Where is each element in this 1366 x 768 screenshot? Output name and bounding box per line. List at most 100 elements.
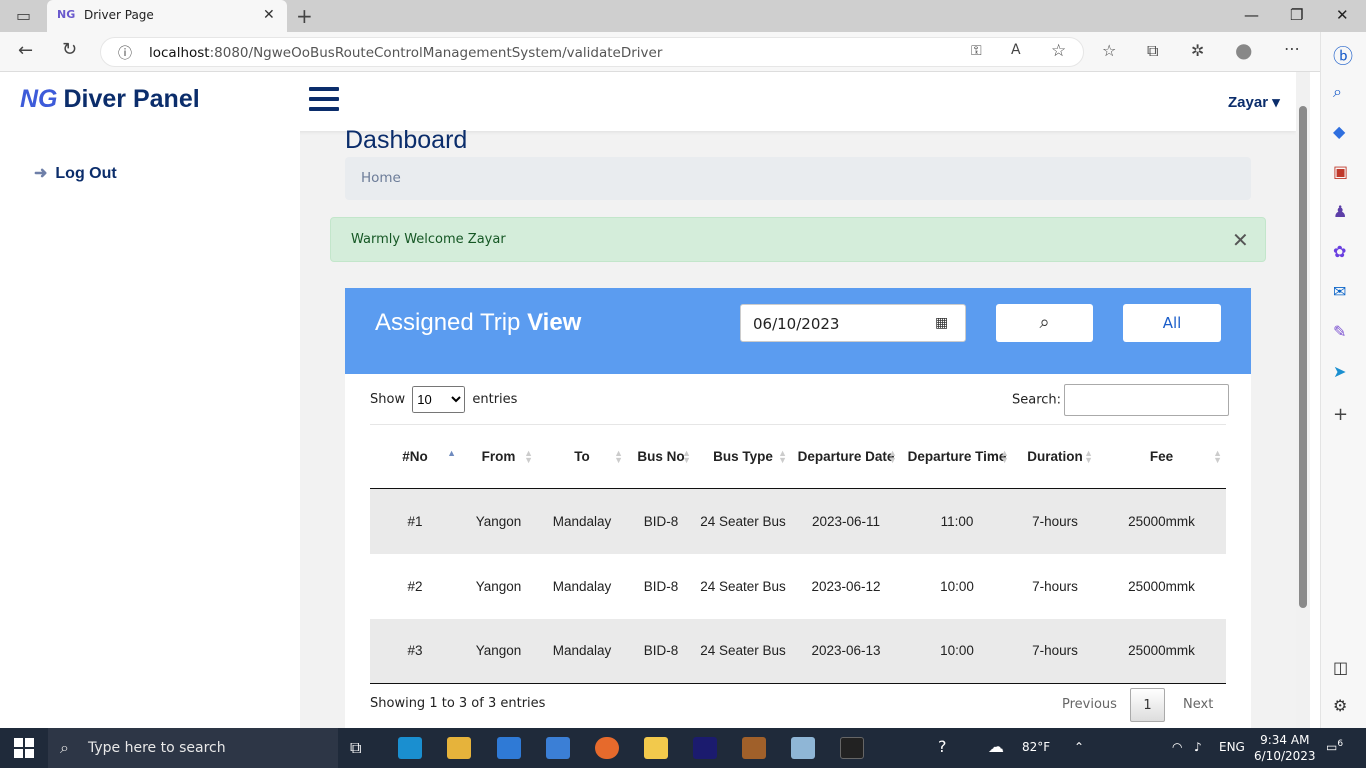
table-row[interactable]: #1 Yangon Mandalay BID-8 24 Seater Bus 2023-0… xyxy=(370,488,1226,554)
designer-icon[interactable]: ✎ xyxy=(1333,322,1346,341)
browser-tab[interactable]: NG Driver Page ✕ xyxy=(47,0,287,32)
shopping-icon[interactable]: ◆ xyxy=(1333,122,1345,141)
new-tab-icon[interactable]: + xyxy=(296,4,313,28)
weather-icon[interactable]: ☁ xyxy=(988,737,1004,756)
search-button[interactable]: ⌕ xyxy=(996,304,1093,342)
scrollbar-thumb[interactable] xyxy=(1299,106,1307,608)
firefox-icon[interactable] xyxy=(595,737,619,759)
calendar-icon[interactable]: ▦ xyxy=(935,315,948,331)
page-length-control: Show 10 entries xyxy=(370,386,517,413)
table-cell: 11:00 xyxy=(901,488,1013,554)
page-title: Dashboard xyxy=(345,126,468,154)
minimize-button[interactable]: — xyxy=(1244,6,1259,24)
table-cell: 2023-06-12 xyxy=(811,578,881,594)
tools-icon[interactable]: ▣ xyxy=(1333,162,1348,181)
sidebar-toggle-icon[interactable]: ◫ xyxy=(1333,658,1348,677)
language-indicator[interactable]: ENG xyxy=(1219,740,1245,754)
all-button[interactable]: All xyxy=(1123,304,1221,342)
site-favicon-icon: NG xyxy=(57,8,76,21)
taskbar-search[interactable]: ⌕ Type here to search xyxy=(48,728,338,768)
temperature[interactable]: 82°F xyxy=(1022,740,1050,754)
send-icon[interactable]: ➤ xyxy=(1333,362,1346,381)
task-view-icon[interactable]: ⧉ xyxy=(350,738,361,758)
tab-close-icon[interactable]: ✕ xyxy=(263,7,275,23)
back-icon[interactable]: ← xyxy=(18,40,33,61)
brand[interactable]: NG Diver Panel xyxy=(20,85,200,114)
add-icon[interactable]: + xyxy=(1333,404,1348,425)
table-cell: Mandalay xyxy=(552,578,612,594)
sort-icon: ▲ ▼ xyxy=(524,448,533,465)
settings-icon[interactable]: ⚙ xyxy=(1333,696,1347,715)
previous-button[interactable]: Previous xyxy=(1062,697,1117,712)
refresh-icon[interactable]: ↻ xyxy=(62,39,77,60)
table-row[interactable]: #3 Yangon Mandalay BID-8 24 Seater Bus 2023-0… xyxy=(370,618,1226,684)
table-search-input[interactable] xyxy=(1064,384,1230,416)
file-explorer-icon[interactable] xyxy=(447,737,471,759)
clock[interactable]: 9:34 AM 6/10/2023 xyxy=(1254,732,1316,764)
edge-taskbar-icon[interactable] xyxy=(398,737,422,759)
browser-tab-bar: ▭ NG Driver Page ✕ + — ❐ ✕ xyxy=(0,0,1366,32)
extensions-icon[interactable]: ✲ xyxy=(1191,41,1204,60)
column-header[interactable]: Departure Time ▲ ▼ xyxy=(901,424,1013,489)
favorites-icon[interactable]: ☆ xyxy=(1102,41,1116,60)
date-input[interactable]: 06/10/2023 ▦ xyxy=(740,304,966,342)
breadcrumb-home[interactable]: Home xyxy=(361,170,401,186)
column-header[interactable]: From ▲ ▼ xyxy=(460,424,537,489)
column-header[interactable]: Bus No ▲ ▼ xyxy=(627,424,695,489)
table-cell: #2 xyxy=(407,578,423,594)
next-button[interactable]: Next xyxy=(1183,697,1213,712)
table-cell: 2023-06-13 xyxy=(791,618,901,684)
menu-toggle-icon[interactable] xyxy=(309,87,339,113)
search-icon[interactable]: ⌕ xyxy=(1333,82,1342,102)
page-1-button[interactable]: 1 xyxy=(1130,688,1165,722)
column-header[interactable]: Duration ▲ ▼ xyxy=(1013,424,1097,489)
notifications-icon[interactable]: ▭6 xyxy=(1326,739,1343,754)
outlook-icon[interactable]: ✉ xyxy=(1333,282,1346,301)
column-header[interactable]: Departure Date ▲ ▼ xyxy=(791,424,901,489)
address-bar[interactable]: ⓘ localhost:8080/NgweOoBusRouteControlMa… xyxy=(100,37,1084,67)
favorite-star-icon[interactable]: ☆ xyxy=(1051,41,1066,61)
help-icon[interactable]: ? xyxy=(938,737,947,756)
game-icon[interactable] xyxy=(742,737,766,759)
volume-icon[interactable]: ♪ xyxy=(1194,740,1202,754)
site-info-icon[interactable]: ⓘ xyxy=(118,43,132,63)
notepad-icon[interactable] xyxy=(791,737,815,759)
windows-start-icon[interactable] xyxy=(14,738,34,758)
mail-icon[interactable] xyxy=(497,737,521,759)
table-row[interactable]: #2 Yangon Mandalay BID-8 24 Seater Bus 2023-0… xyxy=(370,554,1226,619)
column-header[interactable]: To ▲ ▼ xyxy=(537,424,627,489)
column-header[interactable]: Bus Type ▲ ▼ xyxy=(695,424,791,489)
sort-icon: ▲ xyxy=(447,448,456,458)
table-cell: 7-hours xyxy=(1032,578,1078,594)
pagination: Previous 1 Next xyxy=(1045,688,1235,723)
user-dropdown[interactable]: Zayar ▾ xyxy=(1228,93,1280,111)
key-icon[interactable]: ⚿ xyxy=(971,43,982,59)
read-aloud-icon[interactable]: A xyxy=(1011,42,1021,58)
page-scrollbar[interactable] xyxy=(1296,72,1310,728)
store-icon[interactable] xyxy=(546,737,570,759)
tab-actions-icon[interactable]: ▭ xyxy=(16,6,31,25)
games-icon[interactable]: ♟ xyxy=(1333,202,1347,221)
terminal-icon[interactable] xyxy=(840,737,864,759)
python-icon[interactable] xyxy=(644,737,668,759)
table-cell: #3 xyxy=(370,618,460,684)
tray-overflow-icon[interactable]: ⌃ xyxy=(1074,740,1084,754)
close-window-button[interactable]: ✕ xyxy=(1336,6,1349,24)
table-cell: 10:00 xyxy=(901,618,1013,684)
column-header[interactable]: Fee ▲ ▼ xyxy=(1097,424,1226,489)
sidebar: ➜ Log Out xyxy=(0,131,300,728)
network-icon[interactable]: ◠ xyxy=(1172,740,1182,754)
table-cell: 10:00 xyxy=(940,578,974,594)
collections-icon[interactable]: ⧉ xyxy=(1147,41,1158,61)
intellij-icon[interactable] xyxy=(693,737,717,759)
page-length-select[interactable]: 10 xyxy=(412,386,466,413)
table-cell: 25000mmk xyxy=(1097,488,1226,554)
bing-icon[interactable]: ⓑ xyxy=(1333,40,1353,69)
microsoft365-icon[interactable]: ✿ xyxy=(1333,242,1346,261)
sidebar-item-logout[interactable]: ➜ Log Out xyxy=(34,163,117,183)
alert-close-icon[interactable]: ✕ xyxy=(1232,228,1249,252)
restore-button[interactable]: ❐ xyxy=(1290,6,1303,24)
more-menu-icon[interactable]: ⋯ xyxy=(1284,39,1300,58)
column-header[interactable]: #No ▲ xyxy=(370,424,460,489)
profile-avatar-icon[interactable]: ● xyxy=(1235,38,1252,62)
